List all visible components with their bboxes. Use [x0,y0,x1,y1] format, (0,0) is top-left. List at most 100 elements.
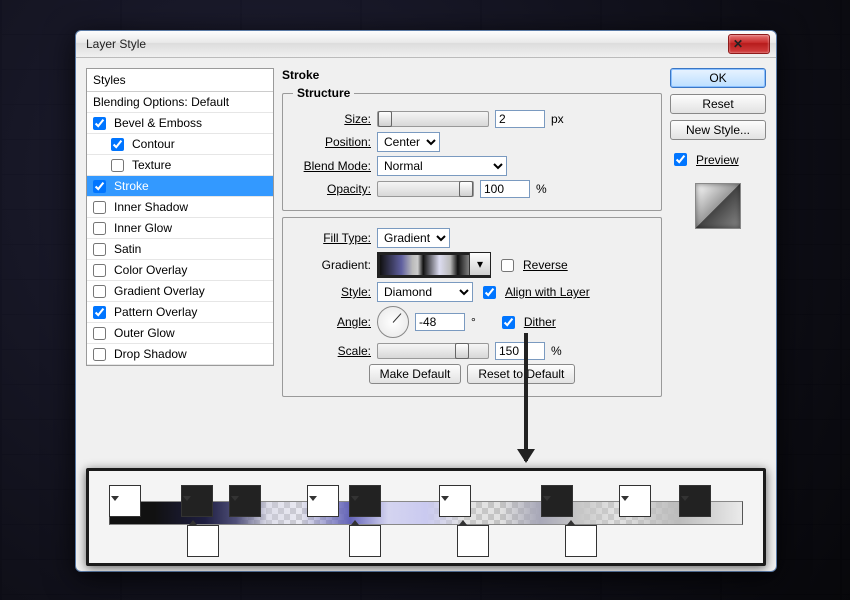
style-item-checkbox[interactable] [93,306,106,319]
style-item-contour[interactable]: Contour [87,134,273,155]
style-item-bevel-emboss[interactable]: Bevel & Emboss [87,113,273,134]
stroke-panel: Stroke Structure Size: px Position: Cent… [282,68,662,403]
opacity-input[interactable] [480,180,530,198]
styles-header: Styles [87,69,273,92]
style-item-label: Inner Glow [114,221,172,235]
style-item-checkbox[interactable] [93,222,106,235]
fill-group: Fill Type: Gradient Gradient: ▾ Reverse … [282,217,662,397]
gradient-opacity-stop[interactable] [439,485,451,499]
size-label: Size: [293,112,371,126]
scale-label: Scale: [293,344,371,358]
blendmode-select[interactable]: Normal [377,156,507,176]
ok-button[interactable]: OK [670,68,766,88]
style-item-stroke[interactable]: Stroke [87,176,273,197]
gradient-opacity-stop[interactable] [229,485,241,499]
structure-group: Structure Size: px Position: Center Blen… [282,86,662,211]
style-item-checkbox[interactable] [93,117,106,130]
gradient-opacity-stop[interactable] [619,485,631,499]
style-item-drop-shadow[interactable]: Drop Shadow [87,344,273,365]
style-item-label: Gradient Overlay [114,284,205,298]
window-title: Layer Style [82,37,728,51]
position-select[interactable]: Center [377,132,440,152]
style-item-gradient-overlay[interactable]: Gradient Overlay [87,281,273,302]
scale-slider[interactable] [377,343,489,359]
reset-default-button[interactable]: Reset to Default [467,364,575,384]
style-select[interactable]: Diamond [377,282,473,302]
gradient-opacity-stop[interactable] [109,485,121,499]
titlebar[interactable]: Layer Style ✕ [76,31,776,58]
style-item-checkbox[interactable] [93,180,106,193]
style-item-checkbox[interactable] [93,264,106,277]
style-item-satin[interactable]: Satin [87,239,273,260]
style-item-pattern-overlay[interactable]: Pattern Overlay [87,302,273,323]
opacity-slider[interactable] [377,181,474,197]
style-item-label: Outer Glow [114,326,175,340]
filltype-label: Fill Type: [293,231,371,245]
style-item-checkbox[interactable] [111,138,124,151]
size-input[interactable] [495,110,545,128]
style-item-label: Pattern Overlay [114,305,197,319]
style-label: Style: [293,285,371,299]
styles-list: Styles Blending Options: Default Bevel &… [86,68,274,366]
reverse-checkbox[interactable] [501,259,514,272]
close-icon: ✕ [729,37,769,51]
style-item-label: Stroke [114,179,149,193]
style-item-checkbox[interactable] [93,285,106,298]
size-unit: px [551,112,564,126]
scale-input[interactable] [495,342,545,360]
new-style-button[interactable]: New Style... [670,120,766,140]
style-item-inner-shadow[interactable]: Inner Shadow [87,197,273,218]
style-item-texture[interactable]: Texture [87,155,273,176]
close-button[interactable]: ✕ [728,34,770,54]
structure-legend: Structure [293,86,354,100]
gradient-color-stop[interactable] [565,525,577,539]
position-label: Position: [293,135,371,149]
size-slider[interactable] [377,111,489,127]
style-item-label: Color Overlay [114,263,187,277]
reset-button[interactable]: Reset [670,94,766,114]
style-item-label: Bevel & Emboss [114,116,202,130]
style-item-label: Texture [132,158,171,172]
filltype-select[interactable]: Gradient [377,228,450,248]
preview-label: Preview [696,153,739,167]
angle-unit: ° [471,315,476,329]
gradient-editor[interactable] [86,468,766,566]
gradient-picker[interactable]: ▾ [377,252,491,278]
layer-style-dialog: Layer Style ✕ Styles Blending Options: D… [75,30,777,572]
style-item-inner-glow[interactable]: Inner Glow [87,218,273,239]
dither-checkbox[interactable] [502,316,515,329]
gradient-opacity-stop[interactable] [181,485,193,499]
panel-title: Stroke [282,68,662,82]
preview-checkbox[interactable] [674,153,687,166]
gradient-color-stop[interactable] [187,525,199,539]
gradient-color-stop[interactable] [349,525,361,539]
angle-input[interactable] [415,313,465,331]
gradient-color-stop[interactable] [457,525,469,539]
angle-label: Angle: [293,315,371,329]
scale-unit: % [551,344,562,358]
opacity-label: Opacity: [293,182,371,196]
dialog-buttons: OK Reset New Style... Preview [670,68,766,233]
angle-dial[interactable] [377,306,409,338]
preview-swatch [695,183,741,229]
align-checkbox[interactable] [483,286,496,299]
style-item-outer-glow[interactable]: Outer Glow [87,323,273,344]
gradient-opacity-stop[interactable] [541,485,553,499]
style-item-label: Inner Shadow [114,200,188,214]
style-item-label: Drop Shadow [114,347,187,361]
blending-options-row[interactable]: Blending Options: Default [87,92,273,113]
style-item-checkbox[interactable] [93,348,106,361]
style-item-checkbox[interactable] [93,327,106,340]
callout-arrow-icon [524,333,528,461]
style-item-color-overlay[interactable]: Color Overlay [87,260,273,281]
style-item-checkbox[interactable] [93,243,106,256]
gradient-opacity-stop[interactable] [679,485,691,499]
align-label: Align with Layer [505,285,590,299]
make-default-button[interactable]: Make Default [369,364,462,384]
reverse-label: Reverse [523,258,568,272]
gradient-label: Gradient: [293,258,371,272]
style-item-checkbox[interactable] [111,159,124,172]
gradient-opacity-stop[interactable] [349,485,361,499]
style-item-checkbox[interactable] [93,201,106,214]
gradient-opacity-stop[interactable] [307,485,319,499]
